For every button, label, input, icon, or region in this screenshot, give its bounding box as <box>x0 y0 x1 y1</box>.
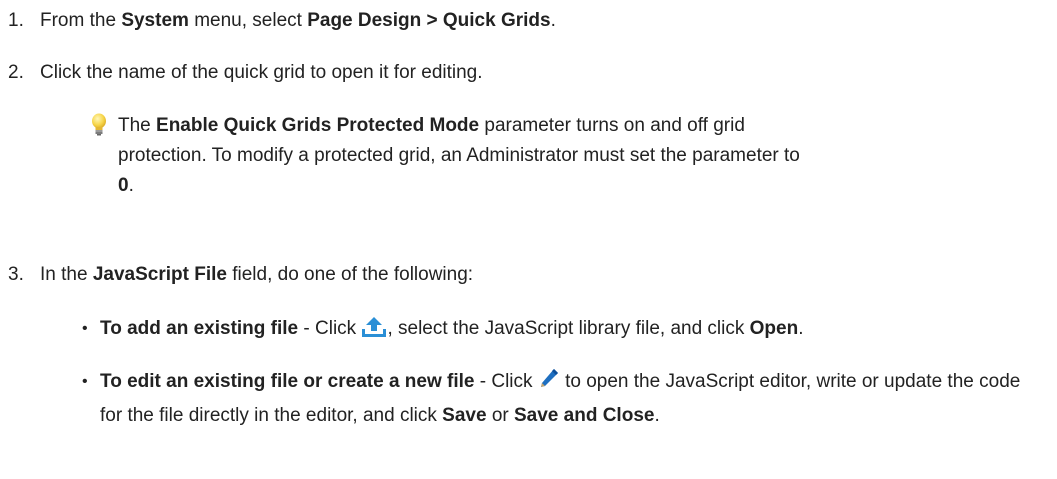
menu-name: System <box>121 10 189 31</box>
text-segment: or <box>486 405 514 426</box>
text-segment: . <box>654 405 660 426</box>
text-segment: . <box>128 175 134 196</box>
option-title: To edit an existing file or create a new… <box>100 371 475 392</box>
step-number: 3. <box>8 264 24 285</box>
bullet-text: To add an existing file - Click , select… <box>100 314 1050 348</box>
text-segment: menu, select <box>188 10 308 31</box>
button-name: Save <box>442 405 487 426</box>
button-name: Save and Close <box>514 405 655 426</box>
tip-text: The Enable Quick Grids Protected Mode pa… <box>118 111 818 201</box>
bullet-marker: • <box>82 373 88 390</box>
instructions-document: 1. From the System menu, select Page Des… <box>0 0 1057 479</box>
text-segment: field, do one of the following: <box>226 264 474 285</box>
bullet-marker: • <box>82 320 88 337</box>
bullet-text: To edit an existing file or create a new… <box>100 367 1030 431</box>
step-number: 1. <box>8 10 24 31</box>
step-text: Click the name of the quick grid to open… <box>40 62 483 83</box>
step-number: 2. <box>8 62 24 83</box>
menu-path: Page Design > Quick Grids <box>307 10 551 31</box>
text-segment: , select the JavaScript library file, an… <box>387 318 750 339</box>
text-segment: - Click <box>298 318 362 339</box>
text-segment: . <box>798 318 804 339</box>
field-name: JavaScript File <box>92 264 227 285</box>
text-segment: In the <box>40 264 93 285</box>
pencil-icon <box>538 367 560 401</box>
text-segment: The <box>118 115 157 136</box>
lightbulb-icon <box>88 113 110 137</box>
parameter-name: Enable Quick Grids Protected Mode <box>156 115 480 136</box>
text-segment: From the <box>40 10 122 31</box>
text-segment: - Click <box>474 371 538 392</box>
step-text: From the System menu, select Page Design… <box>40 6 1050 36</box>
text-segment: . <box>550 10 556 31</box>
button-name: Open <box>749 318 799 339</box>
parameter-value: 0 <box>118 175 129 196</box>
upload-icon <box>361 316 387 348</box>
option-title: To add an existing file <box>100 318 299 339</box>
step-text: In the JavaScript File field, do one of … <box>40 260 1050 290</box>
